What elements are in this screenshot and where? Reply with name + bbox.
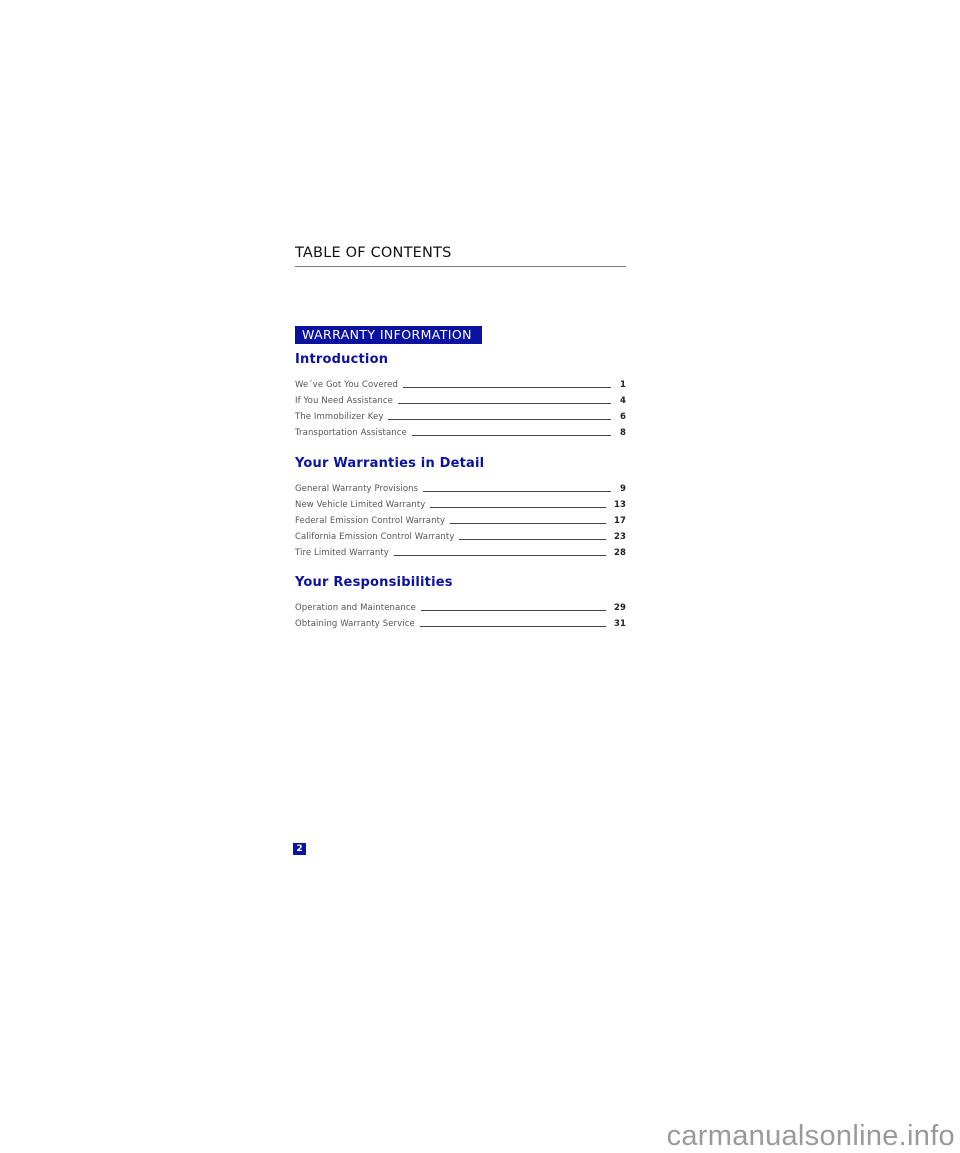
- section-title: Your Warranties in Detail: [295, 456, 485, 471]
- watermark: carmanualsonline.info: [666, 1120, 955, 1152]
- toc-entry-page: 4: [619, 396, 626, 406]
- toc-entry[interactable]: Tire Limited Warranty 28: [295, 542, 626, 558]
- toc-entry[interactable]: New Vehicle Limited Warranty 13: [295, 494, 626, 510]
- toc-entry-label: The Immobilizer Key: [295, 412, 384, 422]
- toc-entry-page: 8: [619, 428, 626, 438]
- page-number-badge: 2: [293, 843, 306, 855]
- leader-line: [397, 403, 611, 404]
- toc-entry-page: 1: [619, 380, 626, 390]
- toc-section-responsibilities: Your Responsibilities Operation and Main…: [295, 575, 626, 629]
- leader-line: [430, 507, 606, 508]
- leader-line: [393, 555, 606, 556]
- toc-entry[interactable]: General Warranty Provisions 9: [295, 478, 626, 494]
- toc-entry-label: New Vehicle Limited Warranty: [295, 500, 426, 510]
- toc-entry-label: Federal Emission Control Warranty: [295, 516, 446, 526]
- toc-entry-page: 6: [619, 412, 626, 422]
- section-title: Your Responsibilities: [295, 575, 453, 590]
- toc-entry-page: 17: [613, 516, 626, 526]
- page-title: TABLE OF CONTENTS: [295, 244, 626, 267]
- section-title: Introduction: [295, 352, 389, 367]
- toc-entry-label: California Emission Control Warranty: [295, 532, 455, 542]
- toc-entry-label: Operation and Maintenance: [295, 603, 416, 613]
- leader-line: [459, 539, 606, 540]
- toc-entry-page: 28: [613, 548, 626, 558]
- leader-line: [402, 387, 611, 388]
- section-banner: WARRANTY INFORMATION: [295, 326, 482, 344]
- leader-line: [388, 419, 611, 420]
- toc-entry-page: 13: [613, 500, 626, 510]
- toc-entry[interactable]: We´ve Got You Covered 1: [295, 374, 626, 390]
- toc-entry[interactable]: If You Need Assistance 4: [295, 390, 626, 406]
- toc-entry-page: 31: [613, 619, 626, 629]
- toc-section-warranties: Your Warranties in Detail General Warran…: [295, 456, 626, 558]
- toc-entry-label: Tire Limited Warranty: [295, 548, 389, 558]
- toc-entry[interactable]: Transportation Assistance 8: [295, 422, 626, 438]
- page-header: TABLE OF CONTENTS: [295, 244, 626, 267]
- toc-entry[interactable]: Operation and Maintenance 29: [295, 597, 626, 613]
- leader-line: [420, 610, 606, 611]
- toc-entry-label: If You Need Assistance: [295, 396, 393, 406]
- leader-line: [450, 523, 606, 524]
- toc-entry-label: Transportation Assistance: [295, 428, 407, 438]
- toc-entry[interactable]: Federal Emission Control Warranty 17: [295, 510, 626, 526]
- toc-entry-label: Obtaining Warranty Service: [295, 619, 415, 629]
- toc-entry-page: 23: [613, 532, 626, 542]
- toc-section-introduction: Introduction We´ve Got You Covered 1 If …: [295, 352, 626, 438]
- toc-entry-page: 9: [619, 484, 626, 494]
- leader-line: [411, 435, 611, 436]
- toc-entry[interactable]: Obtaining Warranty Service 31: [295, 613, 626, 629]
- toc-entry-label: General Warranty Provisions: [295, 484, 419, 494]
- leader-line: [423, 491, 611, 492]
- leader-line: [419, 626, 606, 627]
- toc-entry-label: We´ve Got You Covered: [295, 380, 398, 390]
- toc-entry[interactable]: California Emission Control Warranty 23: [295, 526, 626, 542]
- toc-entry[interactable]: The Immobilizer Key 6: [295, 406, 626, 422]
- toc-entry-page: 29: [613, 603, 626, 613]
